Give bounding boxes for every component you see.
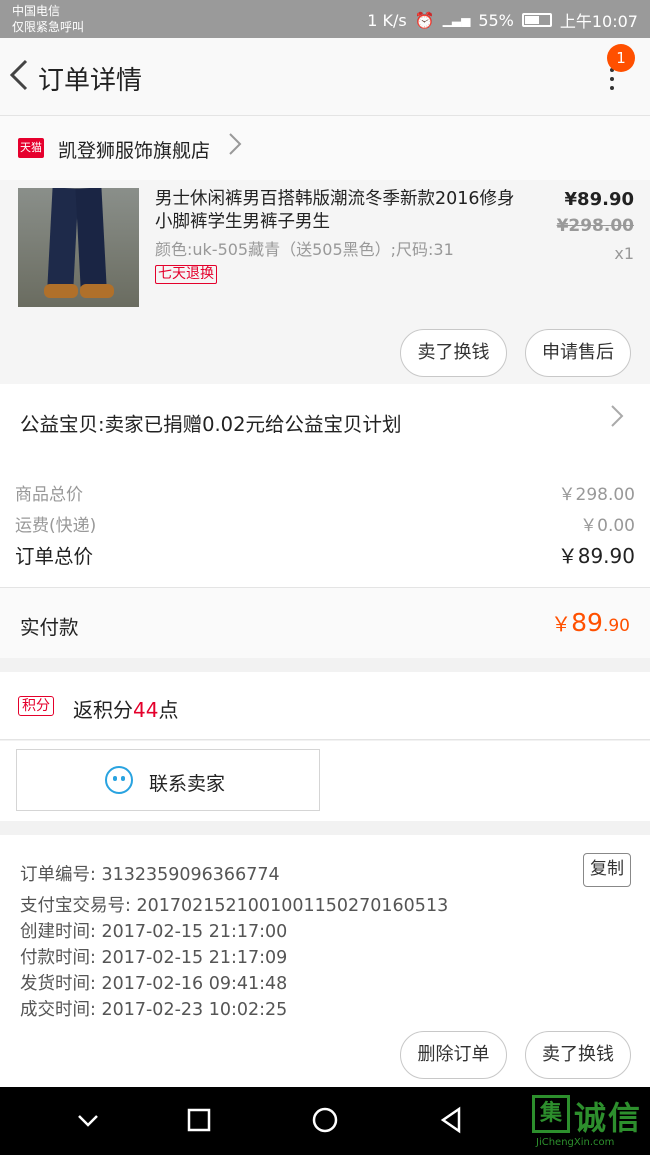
carrier-note: 仅限紧急呼叫 xyxy=(12,20,85,34)
more-menu-icon[interactable] xyxy=(604,68,620,98)
shop-row[interactable]: 天猫 凯登狮服饰旗舰店 xyxy=(0,116,650,180)
signal-icon: ▁▃▅ xyxy=(442,13,471,27)
chevron-right-icon xyxy=(228,132,242,163)
shipping-value: ￥0.00 xyxy=(580,516,635,536)
sell-button-bottom[interactable]: 卖了换钱 xyxy=(525,1031,631,1079)
battery-icon xyxy=(521,13,552,27)
price-summary: 商品总价 ￥298.00 运费(快递) ￥0.00 订单总价 ￥89.90 xyxy=(0,460,650,588)
carrier-name: 中国电信 xyxy=(12,4,61,18)
watermark-text: 诚信 xyxy=(574,1099,643,1137)
back-icon[interactable] xyxy=(431,1103,471,1139)
points-count: 44 xyxy=(133,698,159,722)
paid-row: 实付款 ￥89.90 xyxy=(0,588,650,658)
status-bar: 中国电信 仅限紧急呼叫 1 K/s ⏰ ▁▃▅ 55% 上午10:07 xyxy=(0,0,650,38)
order-total-label: 订单总价 xyxy=(15,545,94,568)
back-arrow-icon[interactable] xyxy=(8,58,38,98)
shop-name: 凯登狮服饰旗舰店 xyxy=(58,140,211,162)
product-title[interactable]: 男士休闲裤男百搭韩版潮流冬季新款2016修身小脚裤学生男裤子男生 xyxy=(155,188,515,234)
delete-order-button[interactable]: 删除订单 xyxy=(400,1031,507,1079)
alipay-number: 支付宝交易号: 2017021521001001150270160513 xyxy=(20,896,449,916)
chevron-right-icon xyxy=(610,404,624,435)
shipping-label: 运费(快递) xyxy=(15,516,97,536)
carrier-info: 中国电信 仅限紧急呼叫 xyxy=(12,3,84,35)
contact-seller-label: 联系卖家 xyxy=(149,773,226,795)
paid-currency: ￥ xyxy=(551,612,572,636)
points-suffix: 点 xyxy=(158,698,179,722)
points-badge: 积分 xyxy=(18,696,54,716)
points-row: 积分 返积分44点 xyxy=(0,672,650,740)
chat-face-icon xyxy=(105,766,133,794)
tmall-badge: 天猫 xyxy=(18,138,44,158)
product-original-price: ¥298.00 xyxy=(556,216,634,236)
points-prefix: 返积分 xyxy=(73,698,133,722)
page-title: 订单详情 xyxy=(38,66,143,96)
product-quantity: x1 xyxy=(614,244,634,263)
watermark-logo: 集 诚信 JiChengXin.com xyxy=(532,1093,648,1151)
recent-apps-icon[interactable] xyxy=(179,1103,219,1139)
battery-percent: 55% xyxy=(478,10,514,30)
status-right: 1 K/s ⏰ ▁▃▅ 55% 上午10:07 xyxy=(367,8,638,32)
shipped-time: 发货时间: 2017-02-16 09:41:48 xyxy=(20,974,288,994)
product-thumbnail[interactable] xyxy=(18,188,139,307)
charity-text: 公益宝贝:卖家已捐赠0.02元给公益宝贝计划 xyxy=(20,413,402,436)
sell-button[interactable]: 卖了换钱 xyxy=(400,329,507,377)
nav-down-icon[interactable] xyxy=(68,1103,108,1139)
contact-section: 联系卖家 xyxy=(0,741,650,821)
order-number: 订单编号: 3132359096366774 xyxy=(20,865,280,885)
goods-total-label: 商品总价 xyxy=(15,485,83,505)
copy-button[interactable]: 复制 xyxy=(583,853,631,887)
paid-decimal: .90 xyxy=(602,616,630,636)
paid-time: 付款时间: 2017-02-15 21:17:09 xyxy=(20,948,288,968)
points-text: 返积分44点 xyxy=(73,694,178,723)
app-header: 订单详情 1 xyxy=(0,38,650,116)
watermark-url: JiChengXin.com xyxy=(536,1137,615,1148)
watermark-logo-mark: 集 xyxy=(532,1095,570,1133)
home-icon[interactable] xyxy=(305,1103,345,1139)
clock: 上午10:07 xyxy=(559,12,638,31)
product-sku: 颜色:uk-505藏青（送505黑色）;尺码:31 xyxy=(155,240,454,259)
charity-row[interactable]: 公益宝贝:卖家已捐赠0.02元给公益宝贝计划 xyxy=(0,384,650,460)
order-info: 订单编号: 3132359096366774 复制 支付宝交易号: 201702… xyxy=(0,835,650,1087)
paid-integer: 89 xyxy=(571,608,603,637)
goods-total-value: ￥298.00 xyxy=(558,485,635,505)
paid-amount: ￥89.90 xyxy=(551,608,630,637)
product-price: ¥89.90 xyxy=(564,189,634,210)
contact-seller-button[interactable]: 联系卖家 xyxy=(16,749,320,811)
notification-badge: 1 xyxy=(607,44,635,72)
completed-time: 成交时间: 2017-02-23 10:02:25 xyxy=(20,1000,288,1020)
network-speed: 1 K/s xyxy=(367,10,407,30)
after-sale-button[interactable]: 申请售后 xyxy=(525,329,631,377)
return-policy-tag: 七天退换 xyxy=(155,265,217,284)
product-card: 男士休闲裤男百搭韩版潮流冬季新款2016修身小脚裤学生男裤子男生 颜色:uk-5… xyxy=(0,180,650,384)
order-total-value: ￥89.90 xyxy=(557,544,635,568)
paid-label: 实付款 xyxy=(20,616,79,639)
alarm-icon: ⏰ xyxy=(414,10,435,30)
created-time: 创建时间: 2017-02-15 21:17:00 xyxy=(20,922,288,942)
system-nav-bar: 集 诚信 JiChengXin.com xyxy=(0,1087,650,1155)
